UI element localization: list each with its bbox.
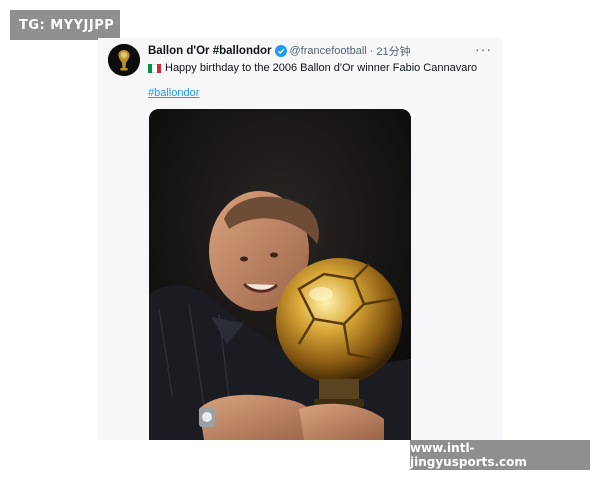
- hashtag-link[interactable]: #ballondor: [148, 87, 199, 99]
- more-horizontal-icon[interactable]: ···: [475, 41, 492, 57]
- tweet-header: Ballon d'Or #ballondor @francefootball ·…: [148, 43, 492, 59]
- photo-image: [149, 109, 411, 440]
- tweet-card[interactable]: Ballon d'Or #ballondor @francefootball ·…: [98, 38, 502, 440]
- handle[interactable]: @francefootball: [290, 45, 367, 57]
- golden-ball-trophy-icon: [108, 44, 140, 76]
- display-name[interactable]: Ballon d'Or #ballondor: [148, 45, 272, 57]
- tweet-photo[interactable]: [149, 109, 411, 440]
- watermark-bottom-right: www.intl-jingyusports.com: [410, 440, 590, 470]
- timestamp[interactable]: 21分钟: [376, 43, 410, 59]
- tweet-text-content: Happy birthday to the 2006 Ballon d'Or w…: [165, 62, 478, 74]
- watermark-top-left: TG: MYYJJPP: [10, 10, 120, 40]
- italy-flag-icon: [148, 63, 161, 73]
- avatar[interactable]: [108, 44, 140, 76]
- tweet-text: Happy birthday to the 2006 Ballon d'Or w…: [148, 60, 490, 76]
- verified-badge-icon: [274, 45, 287, 57]
- separator-dot: ·: [369, 45, 374, 57]
